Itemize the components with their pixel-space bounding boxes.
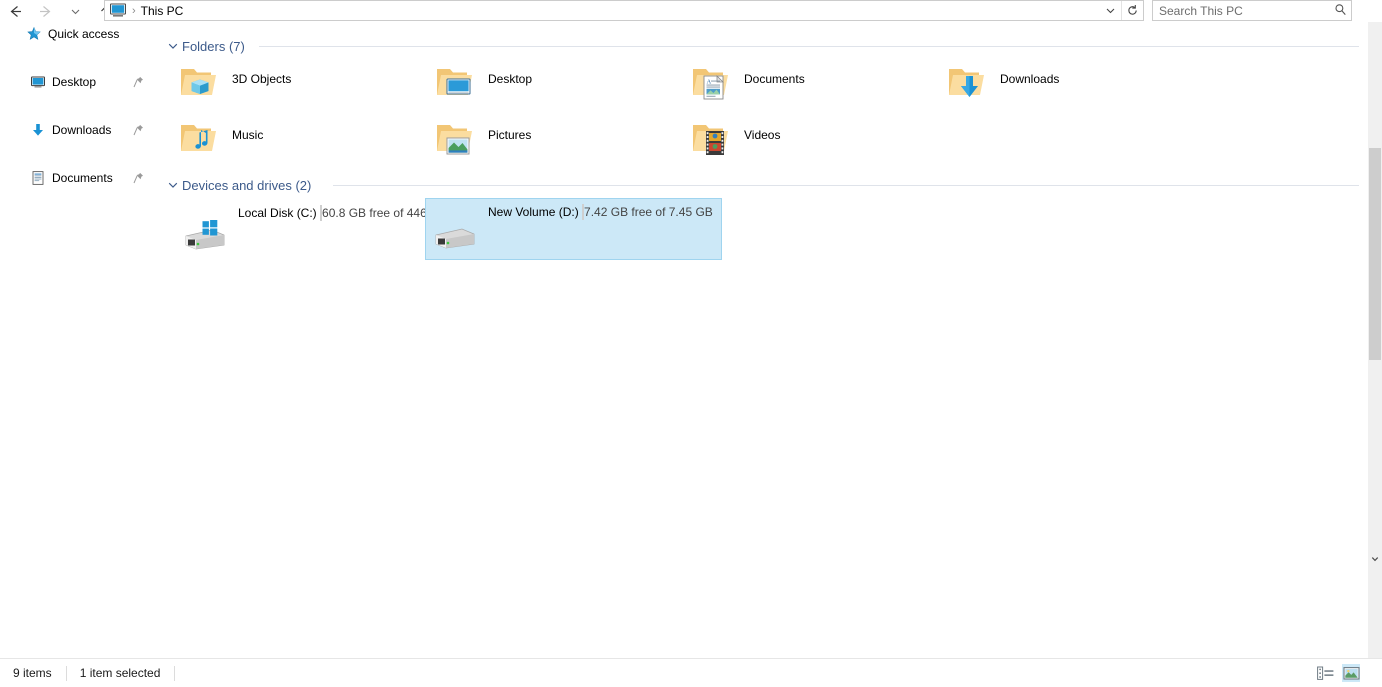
file-explorer-window: › This PC Search This PC (0, 0, 1382, 687)
drive-capacity-bar (320, 205, 322, 221)
folder-item-label: Pictures (488, 128, 531, 142)
folder-item-label: 3D Objects (232, 72, 291, 86)
group-header-folders[interactable]: Folders (7) (166, 36, 245, 56)
items-view: Folders (7) 3D Objects (156, 22, 1368, 658)
pin-icon[interactable] (133, 76, 144, 88)
pin-icon[interactable] (133, 124, 144, 136)
group-header-devices[interactable]: Devices and drives (2) (166, 175, 311, 195)
sidebar-item-label: Quick access (48, 27, 119, 41)
scrollbar-down-arrow-icon[interactable] (1371, 555, 1379, 563)
drive-item-local-disk-c[interactable]: Local Disk (C:) 60.8 GB free of 446 GB (176, 200, 455, 260)
drive-info: New Volume (D:) 7.42 GB free of 7.45 GB (488, 205, 713, 219)
back-arrow-icon[interactable] (0, 0, 30, 22)
this-pc-icon (109, 3, 127, 18)
desktop-monitor-icon (30, 74, 46, 90)
hard-drive-icon (432, 217, 478, 251)
large-icons-view-icon[interactable] (1342, 664, 1360, 682)
scrollbar-thumb[interactable] (1369, 148, 1381, 360)
status-separator (66, 666, 67, 681)
address-bar-controls (1099, 1, 1143, 20)
selection-label: 1 item selected (80, 666, 161, 680)
refresh-icon[interactable] (1121, 1, 1143, 20)
folder-documents-icon: A (690, 62, 734, 102)
recent-locations-chevron-icon[interactable] (60, 0, 90, 22)
sidebar-item-label: Desktop (52, 75, 96, 89)
star-icon (26, 26, 42, 42)
pin-icon[interactable] (133, 172, 144, 184)
group-rule (259, 46, 1359, 47)
chevron-down-icon[interactable] (166, 39, 180, 53)
vertical-scrollbar[interactable] (1368, 22, 1382, 658)
group-rule (333, 185, 1359, 186)
breadcrumb[interactable]: This PC (141, 4, 184, 18)
chevron-down-icon[interactable] (1099, 1, 1121, 20)
item-count-label: 9 items (13, 666, 52, 680)
drive-name: New Volume (D:) (488, 205, 579, 219)
folder-item-downloads[interactable]: Downloads (946, 62, 1059, 102)
details-view-icon[interactable] (1316, 664, 1334, 682)
sidebar-item-desktop[interactable]: Desktop (0, 70, 156, 94)
folder-item-desktop[interactable]: Desktop (434, 62, 532, 102)
folder-item-label: Downloads (1000, 72, 1059, 86)
sidebar-item-quick-access[interactable]: Quick access (0, 22, 156, 46)
folder-item-label: Videos (744, 128, 780, 142)
folder-item-3d-objects[interactable]: 3D Objects (178, 62, 291, 102)
status-separator (174, 666, 175, 681)
breadcrumb-separator: › (132, 5, 136, 17)
sidebar-item-label: Documents (52, 171, 113, 185)
drive-capacity-bar (582, 204, 584, 220)
drive-item-new-volume-d[interactable]: New Volume (D:) 7.42 GB free of 7.45 GB (425, 198, 722, 260)
windows-drive-icon (182, 218, 228, 252)
address-bar[interactable]: › This PC (104, 0, 1144, 21)
folder-downloads-icon (946, 62, 990, 102)
folder-pictures-icon (434, 118, 478, 158)
group-header-label: Devices and drives (2) (182, 178, 311, 193)
folder-desktop-icon (434, 62, 478, 102)
navigation-pane: Quick access Desktop (0, 22, 156, 658)
chevron-down-icon[interactable] (166, 178, 180, 192)
folder-item-documents[interactable]: A Documents (690, 62, 805, 102)
document-icon (30, 170, 46, 186)
view-buttons (1316, 664, 1382, 682)
folder-item-videos[interactable]: Videos (690, 118, 780, 158)
download-arrow-icon (30, 122, 46, 138)
sidebar-item-documents[interactable]: Documents (0, 166, 156, 190)
drive-free-space: 7.42 GB free of 7.45 GB (584, 205, 713, 219)
drive-info: Local Disk (C:) 60.8 GB free of 446 GB (238, 206, 447, 220)
status-bar: 9 items 1 item selected (0, 658, 1382, 687)
forward-arrow-icon (30, 0, 60, 22)
folder-videos-icon (690, 118, 734, 158)
search-box[interactable]: Search This PC (1152, 0, 1352, 21)
drive-name: Local Disk (C:) (238, 206, 317, 220)
svg-text:A: A (707, 79, 712, 86)
folder-item-label: Music (232, 128, 263, 142)
folder-item-label: Documents (744, 72, 805, 86)
folder-music-icon (178, 118, 222, 158)
folder-3d-objects-icon (178, 62, 222, 102)
search-input[interactable]: Search This PC (1159, 4, 1334, 18)
search-icon[interactable] (1334, 3, 1347, 19)
folder-item-label: Desktop (488, 72, 532, 86)
group-header-label: Folders (7) (182, 39, 245, 54)
sidebar-item-label: Downloads (52, 123, 111, 137)
folder-item-music[interactable]: Music (178, 118, 263, 158)
sidebar-item-downloads[interactable]: Downloads (0, 118, 156, 142)
folder-item-pictures[interactable]: Pictures (434, 118, 531, 158)
